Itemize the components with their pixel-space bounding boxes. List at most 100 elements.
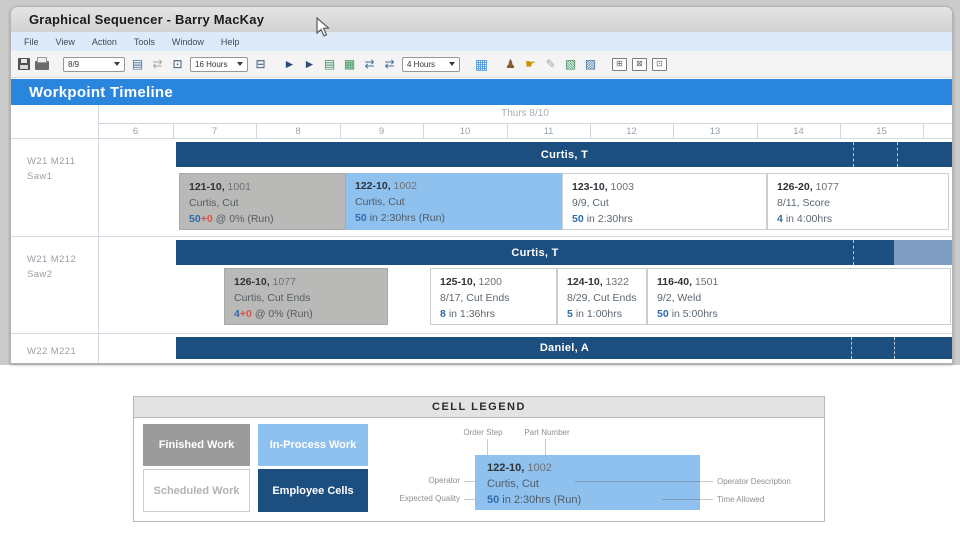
sequence-up-icon[interactable]: ▤	[322, 57, 337, 71]
interval-select-value: 4 Hours	[407, 59, 436, 69]
shift-marker	[851, 337, 852, 359]
menu-file[interactable]: File	[24, 37, 39, 47]
save-icon[interactable]	[18, 58, 30, 70]
employee-bar-row3[interactable]: Daniel, A	[176, 337, 952, 359]
hour-label: 9	[378, 126, 385, 137]
employee-name: Curtis, T	[511, 246, 559, 259]
grid-icon[interactable]: ▦	[474, 57, 489, 71]
order-step: 126-10,	[234, 276, 270, 288]
employee-bar-overtime[interactable]	[894, 240, 952, 265]
advance-icon[interactable]: ►	[282, 57, 297, 71]
cell-line1: 123-10, 1003	[572, 179, 757, 195]
chart-nav-icon[interactable]: ▧	[563, 57, 578, 71]
advance-all-icon[interactable]: ►	[302, 57, 317, 71]
sequence-down-icon[interactable]: ▦	[342, 57, 357, 71]
hour-label: 7	[211, 126, 218, 137]
menu-window[interactable]: Window	[172, 37, 204, 47]
work-cell-124-10[interactable]: 124-10, 1322 8/29, Cut Ends 5 in 1:00hrs	[557, 268, 647, 325]
edit-icon[interactable]: ✎	[543, 57, 558, 71]
time-allowed: in 5:00hrs	[671, 308, 718, 320]
span-select[interactable]: 16 Hours	[190, 56, 248, 72]
callout-order-step: Order Step	[463, 428, 503, 437]
work-cell-122-10[interactable]: 122-10, 1002 Curtis, Cut 50 in 2:30hrs (R…	[346, 173, 562, 230]
cell-line3: 5 in 1:00hrs	[567, 306, 637, 322]
legend-swatch-employee: Employee Cells	[258, 469, 368, 512]
export-icon[interactable]: ⊟	[253, 57, 268, 71]
hand-icon[interactable]: ☛	[523, 57, 538, 71]
order-step: 121-10,	[189, 181, 225, 193]
workpoint-name: Saw1	[27, 171, 53, 182]
cell-operator: 9/2, Weld	[657, 292, 702, 304]
workpoint-id: W21 M211	[27, 156, 76, 167]
time-allowed: @ 0% (Run)	[254, 308, 313, 320]
hour-ruler: 6 7 8 9 10 11 12 13 14 15	[98, 123, 952, 139]
layout-icon-2[interactable]: ⊠	[632, 57, 647, 71]
workpoint-id: W21 M212	[27, 254, 77, 265]
hour-label: 10	[459, 126, 471, 137]
cell-operator: 8/11, Score	[777, 197, 830, 209]
menu-tools[interactable]: Tools	[134, 37, 155, 47]
cell-operator: 8/29, Cut Ends	[567, 292, 637, 304]
cell-line3: 8 in 1:36hrs	[440, 306, 547, 322]
part-number: 1002	[527, 462, 552, 474]
link-icon[interactable]: ⇄	[150, 57, 165, 71]
cell-line3: 50 in 2:30hrs (Run)	[355, 210, 553, 226]
time-allowed: in 2:30hrs (Run)	[502, 494, 582, 506]
order-step: 122-10,	[487, 462, 525, 474]
cell-operator: Curtis, Cut Ends	[234, 292, 311, 304]
menu-bar: File View Action Tools Window Help	[11, 32, 952, 51]
callout-operator: Operator	[428, 476, 460, 485]
work-cell-126-10[interactable]: 126-10, 1077 Curtis, Cut Ends 4+0 @ 0% (R…	[224, 268, 388, 325]
menu-view[interactable]: View	[56, 37, 75, 47]
cell-operator: 9/9, Cut	[572, 197, 609, 209]
section-header: Workpoint Timeline	[11, 79, 952, 105]
cell-line1: 126-20, 1077	[777, 179, 939, 195]
callout-line	[545, 439, 546, 455]
date-select-value: 8/9	[68, 59, 80, 69]
window-title: Graphical Sequencer - Barry MacKay	[29, 12, 265, 27]
legend-swatch-finished: Finished Work	[143, 424, 250, 466]
work-cell-125-10[interactable]: 125-10, 1200 8/17, Cut Ends 8 in 1:36hrs	[430, 268, 557, 325]
overage: +0	[239, 308, 252, 320]
work-cell-123-10[interactable]: 123-10, 1003 9/9, Cut 50 in 2:30hrs	[562, 173, 767, 230]
time-allowed: in 4:00hrs	[785, 213, 832, 225]
layout-icon-1[interactable]: ⊞	[612, 57, 627, 71]
expected-quality: 5	[567, 308, 573, 320]
order-step: 126-20,	[777, 181, 813, 193]
monitor-icon[interactable]: ⊡	[170, 57, 185, 71]
callout-line	[464, 499, 475, 500]
mouse-cursor	[316, 17, 330, 37]
menu-help[interactable]: Help	[221, 37, 240, 47]
work-cell-121-10[interactable]: 121-10, 1001 Curtis, Cut 50+0 @ 0% (Run)	[179, 173, 346, 230]
menu-action[interactable]: Action	[92, 37, 117, 47]
employee-bar-row1[interactable]: Curtis, T	[176, 142, 952, 167]
people-icon[interactable]: ♟	[503, 57, 518, 71]
work-cell-126-20[interactable]: 126-20, 1077 8/11, Score 4 in 4:00hrs	[767, 173, 949, 230]
cell-line3: 4+0 @ 0% (Run)	[234, 306, 378, 322]
interval-select[interactable]: 4 Hours	[402, 56, 460, 72]
workpoint-label-row2: W21 M212 Saw2	[27, 252, 76, 282]
callout-line	[575, 481, 700, 482]
chart-grid-icon[interactable]: ▨	[583, 57, 598, 71]
swap-right-icon[interactable]: ⇄	[382, 57, 397, 71]
swatch-label: Scheduled Work	[153, 484, 240, 497]
print-icon[interactable]	[35, 57, 49, 70]
cell-line1: 122-10, 1002	[487, 460, 688, 476]
toolbar: 8/9 ▤ ⇄ ⊡ 16 Hours ⊟ ► ► ▤ ▦ ⇄ ⇄ 4 Hours…	[11, 51, 952, 78]
callout-line	[662, 499, 700, 500]
cell-line3: 50+0 @ 0% (Run)	[189, 211, 336, 227]
expected-quality: 50	[355, 212, 367, 224]
workpoint-label-row1: W21 M211 Saw1	[27, 154, 75, 184]
callout-time-allowed: Time Allowed	[717, 495, 765, 504]
cell-line3: 50 in 5:00hrs	[657, 306, 941, 322]
page-icon[interactable]: ▤	[130, 57, 145, 71]
work-cell-116-40[interactable]: 116-40, 1501 9/2, Weld 50 in 5:00hrs	[647, 268, 951, 325]
callout-operator-description: Operator Description	[717, 477, 791, 486]
order-step: 123-10,	[572, 181, 608, 193]
layout-icon-3[interactable]: ⊡	[652, 57, 667, 71]
date-select[interactable]: 8/9	[63, 56, 125, 72]
swap-left-icon[interactable]: ⇄	[362, 57, 377, 71]
cell-line1: 122-10, 1002	[355, 178, 553, 194]
employee-bar-row2[interactable]: Curtis, T	[176, 240, 894, 265]
chevron-down-icon	[449, 62, 455, 66]
